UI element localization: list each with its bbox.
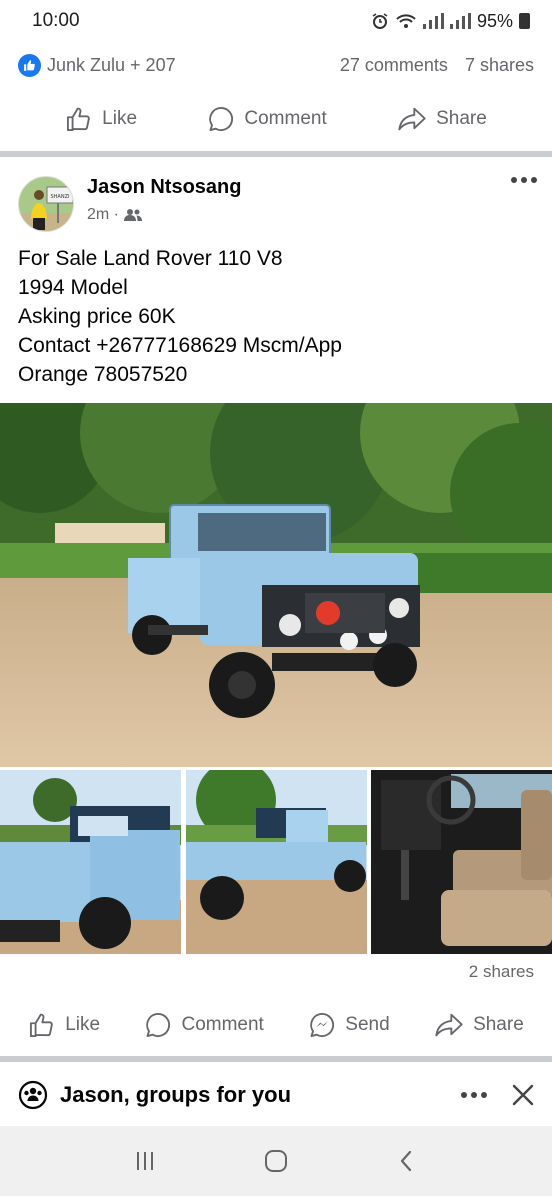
post-photo-thumb-1[interactable]	[0, 770, 181, 954]
share-arrow-icon	[397, 105, 427, 133]
post-photo-main[interactable]	[0, 403, 552, 767]
signal-icon	[422, 13, 444, 29]
messenger-icon	[308, 1011, 336, 1039]
post-line: Asking price 60K	[18, 305, 176, 328]
back-icon[interactable]	[395, 1149, 419, 1173]
thumbs-up-icon	[28, 1011, 56, 1039]
share-label: Share	[473, 1014, 524, 1035]
groups-actions	[460, 1084, 534, 1106]
groups-title: Jason, groups for you	[60, 1082, 292, 1107]
home-icon[interactable]	[263, 1148, 289, 1174]
like-reaction-icon	[18, 53, 41, 77]
reactions-names[interactable]: Junk Zulu + 207	[18, 53, 176, 77]
comments-count[interactable]: 27 comments	[340, 55, 448, 75]
system-nav-bar	[0, 1126, 552, 1196]
post-body: For Sale Land Rover 110 V8 1994 Model As…	[18, 244, 538, 389]
engagement-counts: 27 comments 7 shares	[340, 55, 534, 76]
author-name[interactable]: Jason Ntsosang	[87, 176, 241, 199]
groups-suggestion-header: Jason, groups for you	[0, 1068, 552, 1122]
status-indicators: 95%	[371, 11, 530, 32]
share-button[interactable]: Share	[434, 1011, 524, 1039]
post-meta: 2m ·	[87, 206, 142, 224]
comment-label: Comment	[181, 1014, 264, 1035]
post-actions-bottom: Like Comment Send Share	[0, 1004, 552, 1046]
post-time[interactable]: 2m ·	[87, 206, 119, 224]
like-label: Like	[65, 1014, 101, 1035]
wifi-icon	[395, 13, 417, 29]
groups-options-button[interactable]	[460, 1091, 488, 1099]
author-avatar[interactable]: SHANZI	[18, 176, 74, 232]
feed-divider	[0, 1056, 552, 1062]
comment-bubble-icon	[207, 105, 235, 133]
share-arrow-icon	[434, 1011, 464, 1039]
post-shares-count[interactable]: 2 shares	[469, 962, 534, 982]
like-label: Like	[102, 108, 138, 129]
shares-count[interactable]: 7 shares	[465, 55, 534, 75]
battery-percent: 95%	[476, 10, 513, 31]
send-button[interactable]: Send	[308, 1011, 390, 1039]
post-photo-thumb-3[interactable]	[371, 770, 552, 954]
alarm-icon	[371, 12, 389, 30]
status-bar: 10:00 95%	[0, 0, 552, 42]
friends-icon	[124, 208, 142, 222]
close-button[interactable]	[512, 1084, 534, 1106]
reactions-summary: Junk Zulu + 207 27 comments 7 shares	[0, 48, 552, 82]
comment-label: Comment	[244, 108, 327, 129]
post-header: SHANZI Jason Ntsosang 2m ·	[18, 172, 538, 232]
like-button[interactable]: Like	[65, 105, 137, 133]
recent-apps-icon[interactable]	[133, 1149, 157, 1173]
status-time: 10:00	[32, 10, 80, 31]
post-line: Orange 78057520	[18, 363, 188, 386]
post-line[interactable]: Contact +26777168629 Mscm/App	[18, 331, 538, 360]
post-photo-thumb-2[interactable]	[186, 770, 367, 954]
post-line: 1994 Model	[18, 276, 128, 299]
groups-icon	[18, 1080, 48, 1110]
signal-icon-2	[449, 13, 471, 29]
feed-divider	[0, 151, 552, 157]
comment-button[interactable]: Comment	[207, 105, 327, 133]
share-label: Share	[436, 108, 487, 129]
post-actions-top: Like Comment Share	[0, 98, 552, 140]
thumbs-up-icon	[65, 105, 93, 133]
comment-button[interactable]: Comment	[144, 1011, 264, 1039]
reactions-names-text: Junk Zulu + 207	[47, 54, 176, 75]
post-line: For Sale Land Rover 110 V8	[18, 247, 283, 270]
share-button[interactable]: Share	[397, 105, 487, 133]
avatar-sign-text: SHANZI	[51, 194, 70, 200]
comment-bubble-icon	[144, 1011, 172, 1039]
battery-icon	[519, 13, 530, 29]
send-label: Send	[345, 1014, 390, 1035]
like-button[interactable]: Like	[28, 1011, 100, 1039]
post-options-button[interactable]	[510, 176, 538, 184]
